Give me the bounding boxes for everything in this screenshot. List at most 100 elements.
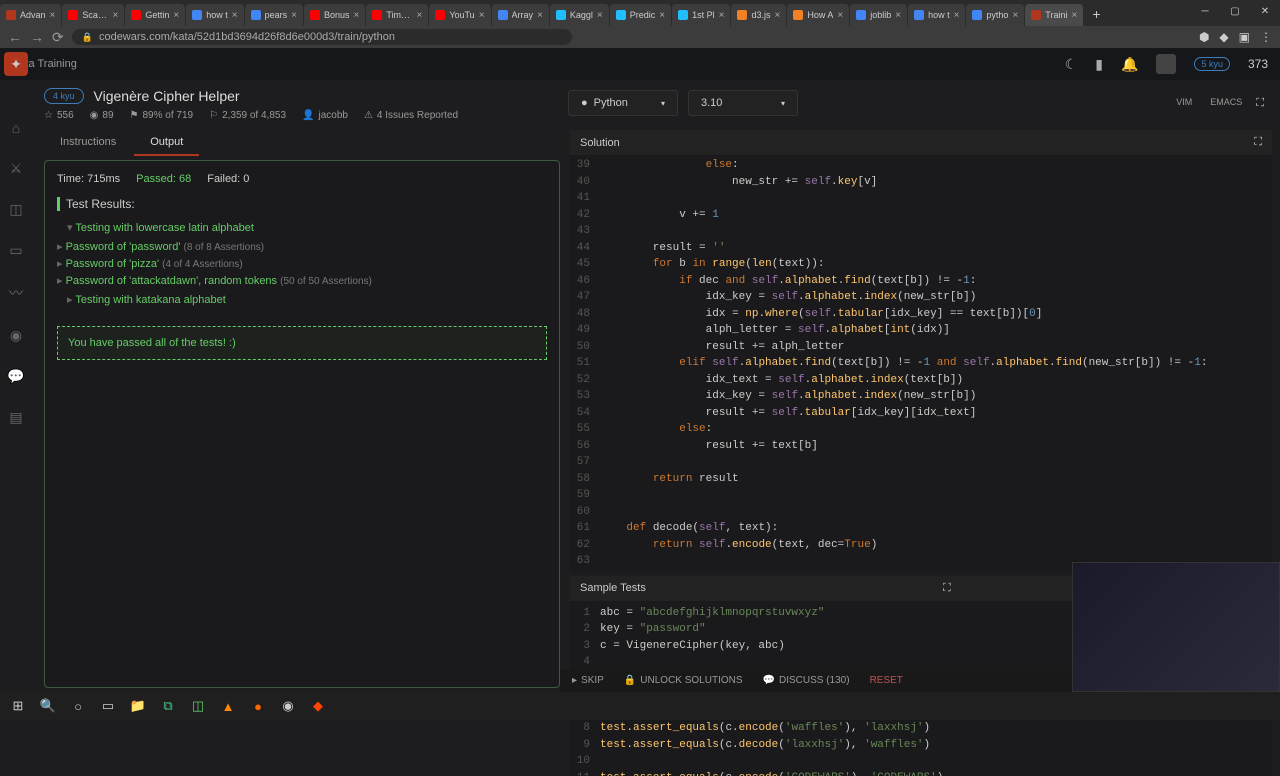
bookmark-icon[interactable]: ▮ bbox=[1095, 56, 1103, 73]
brave-icon[interactable]: ◆ bbox=[306, 694, 330, 718]
browser-tab[interactable]: pears× bbox=[245, 4, 303, 26]
sidebar-home-icon[interactable]: ⌂ bbox=[12, 120, 20, 136]
code-line: 42 v += 1 bbox=[570, 207, 1272, 224]
browser-tab[interactable]: YouTu× bbox=[429, 4, 490, 26]
browser-tab[interactable]: Predic× bbox=[610, 4, 671, 26]
close-tab-icon[interactable]: × bbox=[1012, 10, 1018, 21]
browser-tab[interactable]: Bonus× bbox=[304, 4, 365, 26]
test-group[interactable]: Testing with katakana alphabet bbox=[57, 293, 547, 306]
vim-mode-button[interactable]: VIM bbox=[1168, 93, 1200, 114]
reset-button[interactable]: RESET bbox=[870, 675, 903, 686]
cortana-icon[interactable]: ○ bbox=[66, 694, 90, 718]
sidebar-career-icon[interactable]: ▭ bbox=[9, 242, 22, 259]
browser-tab[interactable]: Traini× bbox=[1025, 4, 1083, 26]
firefox-icon[interactable]: ● bbox=[246, 694, 270, 718]
browser-tab[interactable]: how t× bbox=[908, 4, 965, 26]
close-tab-icon[interactable]: × bbox=[597, 10, 603, 21]
close-tab-icon[interactable]: × bbox=[1071, 10, 1077, 21]
new-tab-button[interactable]: + bbox=[1084, 2, 1108, 26]
search-icon[interactable]: 🔍 bbox=[36, 694, 60, 718]
close-window-button[interactable]: ✕ bbox=[1250, 0, 1280, 22]
user-rank-badge: 5 kyu bbox=[1194, 57, 1230, 71]
extension-icon[interactable]: ▣ bbox=[1239, 30, 1250, 44]
browser-tab[interactable]: Gettin× bbox=[125, 4, 185, 26]
browser-tab[interactable]: Advan× bbox=[0, 4, 61, 26]
sidebar-freestyle-icon[interactable]: ◫ bbox=[9, 201, 22, 218]
unlock-button[interactable]: 🔒 UNLOCK SOLUTIONS bbox=[624, 675, 743, 686]
test-sub-group[interactable]: Password of 'attackatdawn', random token… bbox=[57, 274, 547, 287]
browser-tab[interactable]: Array× bbox=[492, 4, 549, 26]
close-tab-icon[interactable]: × bbox=[837, 10, 843, 21]
close-tab-icon[interactable]: × bbox=[353, 10, 359, 21]
close-tab-icon[interactable]: × bbox=[291, 10, 297, 21]
sidebar-docs-icon[interactable]: ▤ bbox=[9, 409, 22, 426]
browser-tab[interactable]: 1st Pl× bbox=[672, 4, 730, 26]
url-input[interactable]: 🔒 codewars.com/kata/52d1bd3694d26f8d6e00… bbox=[72, 29, 572, 45]
browser-tab[interactable]: How A× bbox=[787, 4, 849, 26]
browser-tab[interactable]: Scan C× bbox=[62, 4, 124, 26]
maximize-button[interactable]: ▢ bbox=[1220, 0, 1250, 22]
close-tab-icon[interactable]: × bbox=[50, 10, 56, 21]
close-tab-icon[interactable]: × bbox=[173, 10, 179, 21]
close-tab-icon[interactable]: × bbox=[775, 10, 781, 21]
back-button[interactable]: ← bbox=[8, 29, 22, 45]
extension-icon[interactable]: ◆ bbox=[1219, 30, 1228, 44]
close-tab-icon[interactable]: × bbox=[479, 10, 485, 21]
sidebar-practice-icon[interactable]: ⚔ bbox=[10, 160, 23, 177]
fullscreen-icon[interactable]: ⛶ bbox=[1252, 93, 1268, 114]
browser-chrome: Advan×Scan C×Gettin×how t×pears×Bonus×Ti… bbox=[0, 0, 1280, 48]
vscode-icon[interactable]: ⧉ bbox=[156, 694, 180, 718]
sidebar-leaderboard-icon[interactable]: 〰 bbox=[9, 283, 23, 303]
chrome-icon[interactable]: ◉ bbox=[276, 694, 300, 718]
author-stat[interactable]: 👤 jacobb bbox=[302, 110, 348, 121]
language-selector[interactable]: ● Python ▾ bbox=[568, 90, 678, 116]
app-icon[interactable]: ▲ bbox=[216, 694, 240, 718]
close-tab-icon[interactable]: × bbox=[954, 10, 960, 21]
expand-icon[interactable]: ⛶ bbox=[943, 582, 951, 595]
minimize-button[interactable]: ─ bbox=[1190, 0, 1220, 22]
task-view-icon[interactable]: ▭ bbox=[96, 694, 120, 718]
close-tab-icon[interactable]: × bbox=[113, 10, 119, 21]
assertion-count: (50 of 50 Assertions) bbox=[280, 276, 372, 287]
browser-tab[interactable]: joblib× bbox=[850, 4, 907, 26]
codewars-logo[interactable]: ✦ bbox=[4, 52, 28, 76]
avatar[interactable] bbox=[1156, 54, 1176, 74]
sidebar-chat-icon[interactable]: 💬 bbox=[7, 368, 24, 385]
reload-button[interactable]: ⟳ bbox=[52, 29, 64, 46]
browser-tab[interactable]: Kaggl× bbox=[550, 4, 609, 26]
issues-stat[interactable]: ⚠ 4 Issues Reported bbox=[364, 110, 458, 121]
extension-icon[interactable]: ⬢ bbox=[1199, 30, 1209, 44]
tab-instructions[interactable]: Instructions bbox=[44, 130, 132, 156]
stars-stat[interactable]: ☆ 556 bbox=[44, 110, 74, 121]
browser-tab[interactable]: pytho× bbox=[966, 4, 1024, 26]
app-icon[interactable]: ◫ bbox=[186, 694, 210, 718]
emacs-mode-button[interactable]: EMACS bbox=[1202, 93, 1250, 114]
test-sub-group[interactable]: Password of 'password' (8 of 8 Assertion… bbox=[57, 240, 547, 253]
close-tab-icon[interactable]: × bbox=[537, 10, 543, 21]
forward-button[interactable]: → bbox=[30, 29, 44, 45]
solution-editor[interactable]: 39 else:40 new_str += self.key[v]4142 v … bbox=[570, 155, 1272, 572]
close-tab-icon[interactable]: × bbox=[416, 10, 422, 21]
close-tab-icon[interactable]: × bbox=[232, 10, 238, 21]
tab-output[interactable]: Output bbox=[134, 130, 199, 156]
test-group[interactable]: Testing with lowercase latin alphabet bbox=[57, 221, 547, 234]
version-selector[interactable]: 3.10 ▾ bbox=[688, 90, 798, 116]
browser-tab[interactable]: Time S× bbox=[366, 4, 428, 26]
extension-icon[interactable]: ⋮ bbox=[1260, 30, 1272, 44]
notifications-icon[interactable]: 🔔 bbox=[1121, 56, 1138, 73]
close-tab-icon[interactable]: × bbox=[659, 10, 665, 21]
code-line: 41 bbox=[570, 190, 1272, 207]
expand-icon[interactable]: ⛶ bbox=[1254, 136, 1262, 149]
discuss-button[interactable]: 💬 DISCUSS (130) bbox=[763, 675, 850, 686]
start-button[interactable]: ⊞ bbox=[6, 694, 30, 718]
skip-button[interactable]: ▸ SKIP bbox=[572, 675, 604, 686]
close-tab-icon[interactable]: × bbox=[895, 10, 901, 21]
browser-tab[interactable]: d3.js× bbox=[731, 4, 786, 26]
close-tab-icon[interactable]: × bbox=[719, 10, 725, 21]
chevron-down-icon: ▾ bbox=[781, 99, 785, 108]
theme-toggle-icon[interactable]: ☾ bbox=[1065, 56, 1078, 73]
test-sub-group[interactable]: Password of 'pizza' (4 of 4 Assertions) bbox=[57, 257, 547, 270]
explorer-icon[interactable]: 📁 bbox=[126, 694, 150, 718]
browser-tab[interactable]: how t× bbox=[186, 4, 243, 26]
sidebar-discord-icon[interactable]: ◉ bbox=[10, 327, 22, 344]
